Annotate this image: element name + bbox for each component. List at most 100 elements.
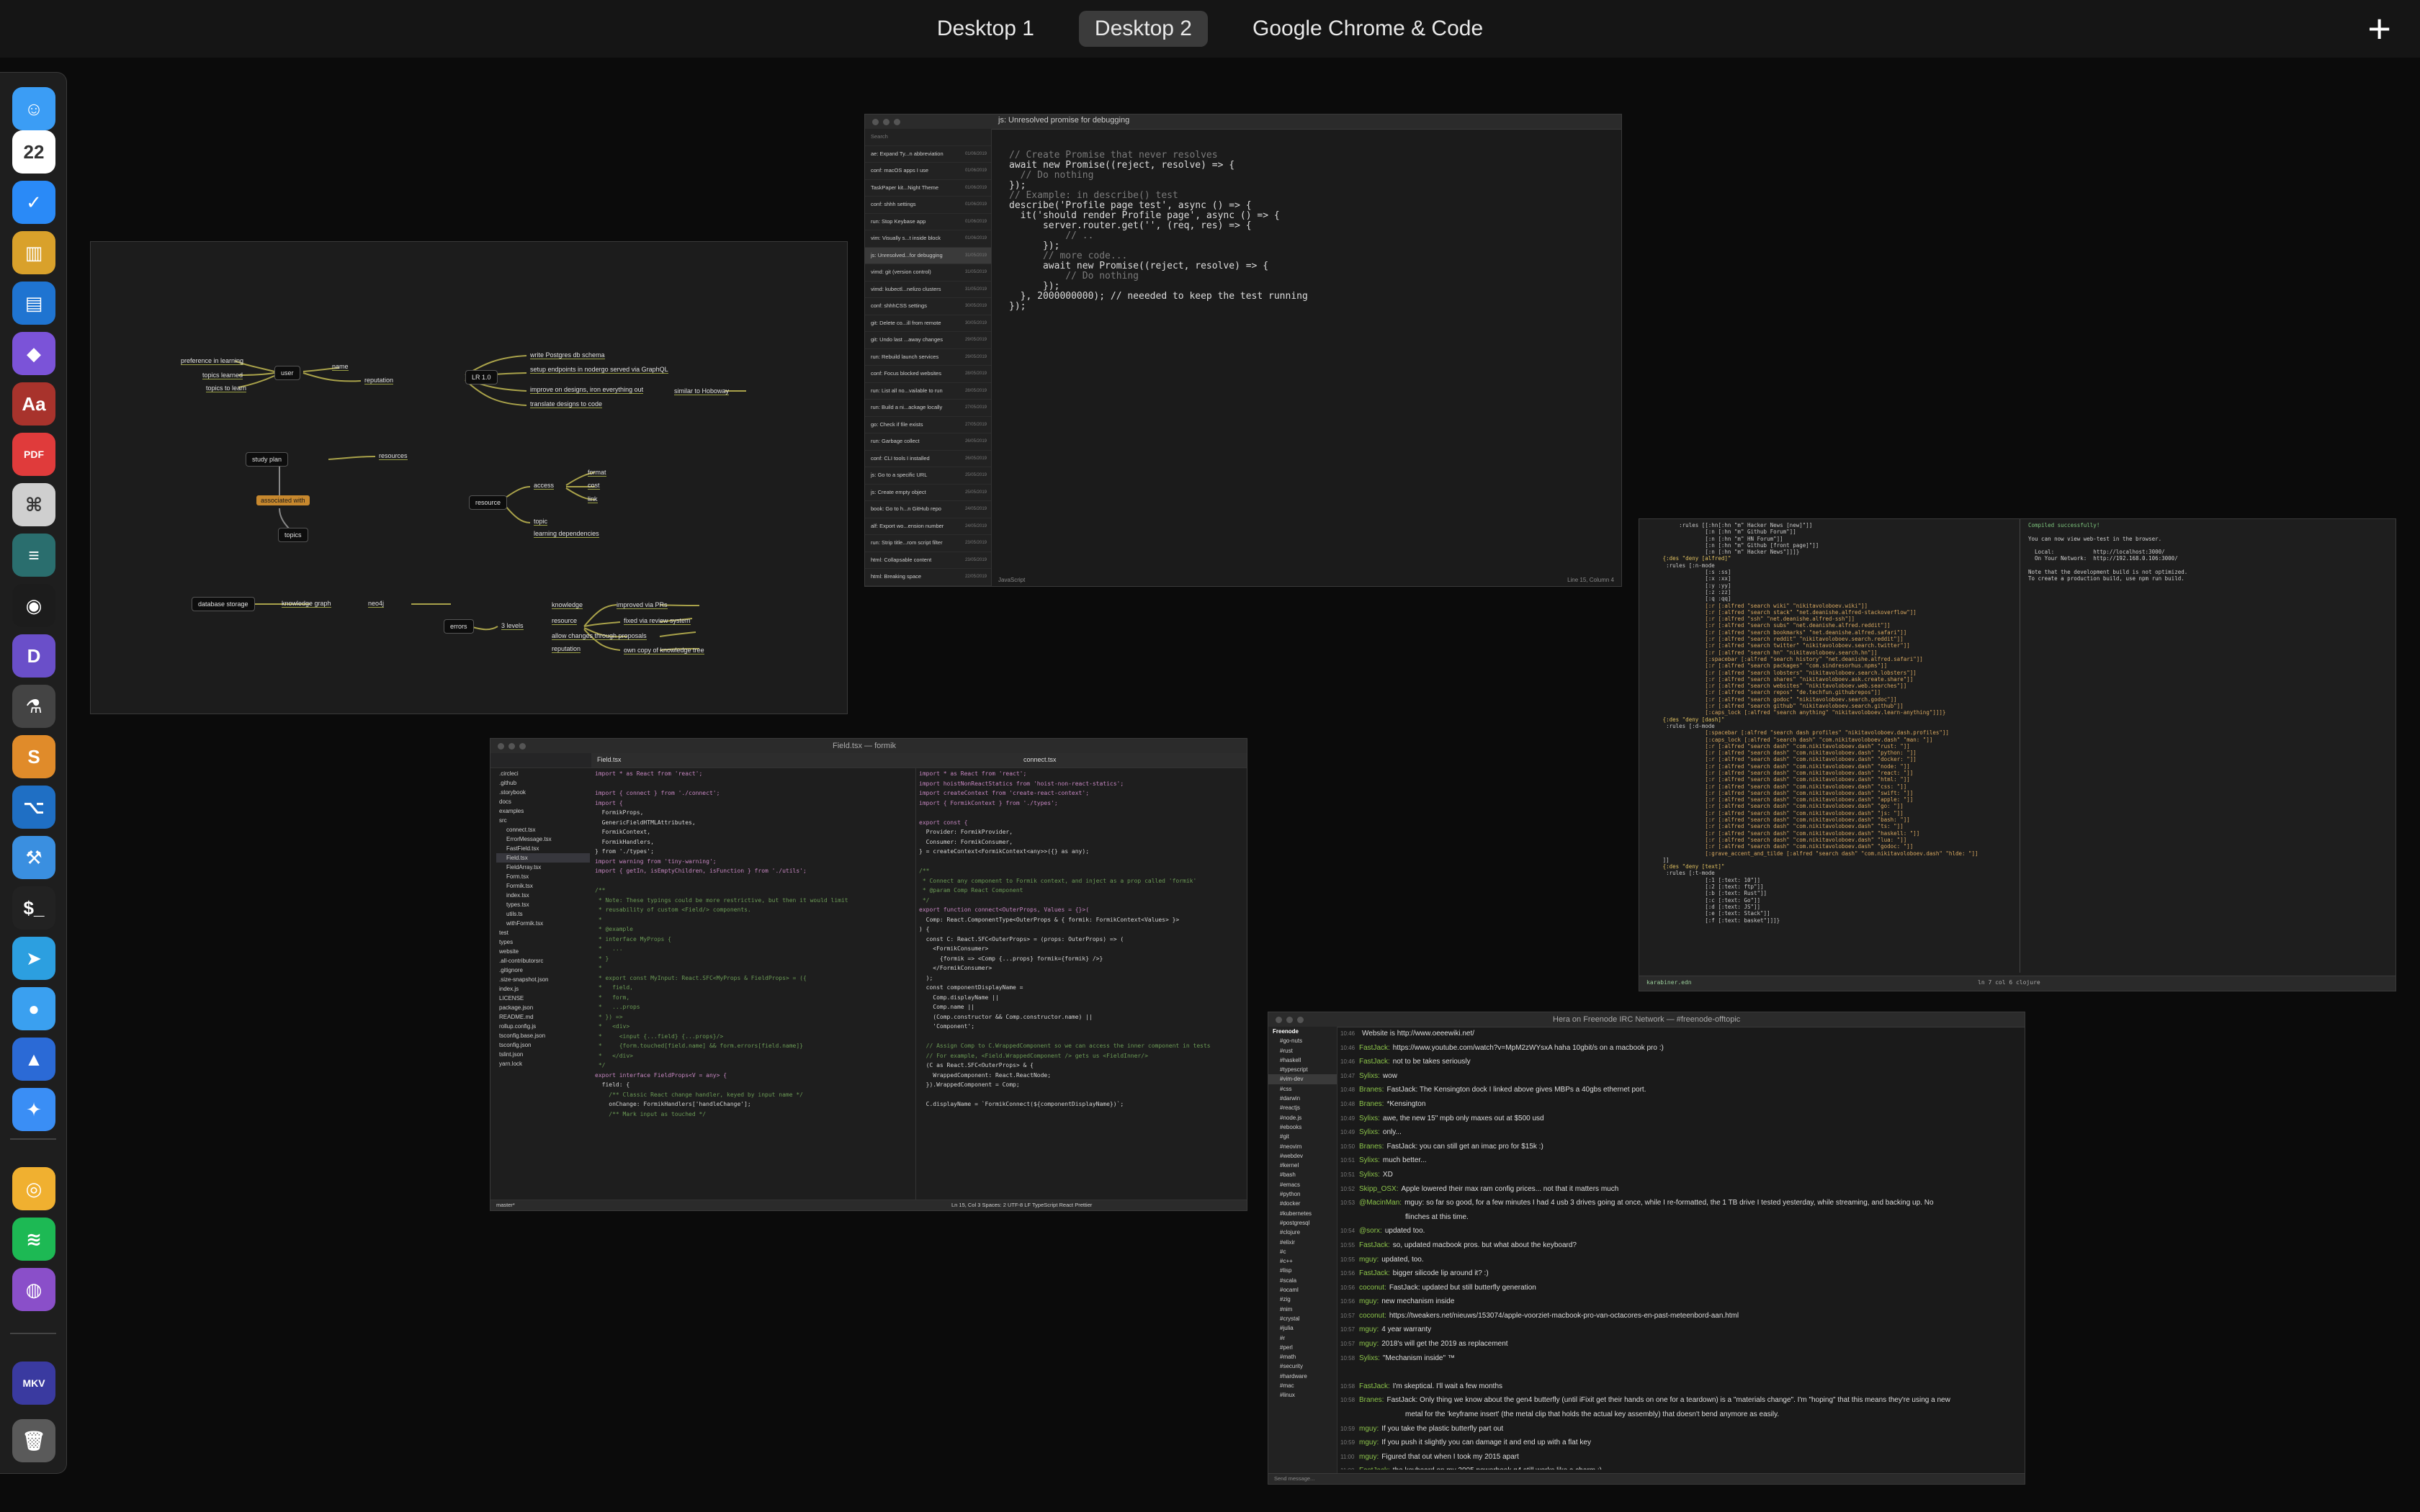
tweetbot-icon[interactable]: ● [12,987,55,1030]
message-nick[interactable]: mguy: [1359,1256,1379,1264]
mindmap-node[interactable]: setup endpoints in nodergo served via Gr… [530,366,668,374]
mindmap-node[interactable]: neo4j [368,600,385,608]
mindmap-node[interactable]: topics learned [202,372,243,379]
note-editor[interactable]: // Create Promise that never resolves awa… [1009,150,1308,312]
pdf-expert-icon[interactable]: PDF [12,433,55,476]
channel-item[interactable]: #elixir [1268,1238,1337,1247]
channel-list[interactable]: Freenode #go-nuts #rust #haskell #typescript… [1268,1027,1337,1474]
xcode-icon[interactable]: ⚒ [12,836,55,879]
editor-pane-right[interactable]: import * as React from 'react'; import ho… [919,769,1243,1194]
sublime-text-icon[interactable]: S [12,735,55,778]
channel-item[interactable]: #ocaml [1268,1285,1337,1295]
zoom-icon[interactable] [519,742,526,750]
git-branch-status[interactable]: master* [496,1202,515,1208]
file-tree-item[interactable]: docs [496,797,590,806]
file-tree-item[interactable]: ErrorMessage.tsx [496,834,590,844]
notes-search-input[interactable]: Search [865,129,991,146]
file-tree-item[interactable]: utils.ts [496,909,590,919]
dash-icon[interactable]: ◉ [12,584,55,627]
close-icon[interactable] [498,742,504,750]
file-tree-item[interactable]: index.tsx [496,891,590,900]
mindmap-node[interactable]: format [588,469,606,477]
file-tree-item[interactable]: FieldArray.tsx [496,863,590,872]
note-list-item[interactable]: git: Delete co...ill from remote 30/05/20… [865,315,991,332]
note-list-item[interactable]: conf: shhhCSS settings 30/05/2019 [865,298,991,315]
file-tree-item[interactable]: website [496,947,590,956]
mindmap-node[interactable]: translate designs to code [530,400,603,408]
message-nick[interactable]: FastJack: [1359,1044,1390,1052]
mindmap-node[interactable]: cost [588,482,600,490]
message-nick[interactable]: Skipp_OSX: [1359,1185,1398,1193]
message-nick[interactable]: coconut: [1359,1284,1386,1292]
notes-window[interactable]: js: Unresolved promise for debugging Sea… [864,114,1622,587]
note-list-item[interactable]: js: Unresolved...for debugging 31/05/2019 [865,247,991,264]
note-list-item[interactable]: conf: Focus blocked websites 28/05/2019 [865,366,991,383]
channel-item[interactable]: #darwin [1268,1094,1337,1103]
channel-item[interactable]: #docker [1268,1199,1337,1208]
mindmap-node[interactable]: knowledge graph [282,600,331,608]
note-list-item[interactable]: vimd: git (version control) 31/05/2019 [865,264,991,282]
file-tree-item[interactable]: .circleci [496,769,590,778]
file-tree-item[interactable]: index.js [496,984,590,994]
message-nick[interactable]: FastJack: [1359,1382,1390,1390]
mkv-document-icon[interactable]: MKV [12,1362,55,1405]
note-list-item[interactable]: vimd: kubectl...nelizo clusters 31/05/201… [865,282,991,298]
channel-item[interactable]: Freenode [1268,1027,1337,1036]
terminal-window[interactable]: :rules [[:hn[:hn "m" Hacker News [new]"]… [1639,518,2396,991]
file-tree-item[interactable]: .gitignore [496,966,590,975]
mindmap-node[interactable]: topics [278,528,308,542]
note-list-item[interactable]: conf: CLI tools I installed 26/05/2019 [865,451,991,467]
message-nick[interactable]: mguy: [1359,1340,1379,1348]
file-tree-item[interactable]: README.md [496,1012,590,1022]
channel-item[interactable]: #nim [1268,1305,1337,1314]
affinity-designer-icon[interactable]: ◆ [12,332,55,375]
calendar-icon[interactable]: 22 [12,130,55,174]
channel-item[interactable]: #perl [1268,1343,1337,1352]
file-explorer[interactable]: .circleci .github .storybook docs examples sr… [496,769,590,1068]
mindmap-node[interactable]: reputation [552,645,581,653]
channel-item[interactable]: #python [1268,1189,1337,1199]
mindmap-node[interactable]: errors [444,619,474,634]
file-tree-item[interactable]: LICENSE [496,994,590,1003]
note-list-item[interactable]: run: Build a ni...ackage locally 27/05/20… [865,400,991,417]
editor-pane-left[interactable]: import * as React from 'react'; import { … [595,769,912,1194]
mindmap-node[interactable]: resources [379,452,408,460]
things-icon[interactable]: ✓ [12,181,55,224]
file-tree-item[interactable]: tsconfig.json [496,1040,590,1050]
channel-item[interactable]: #git [1268,1132,1337,1141]
channel-item[interactable]: #kubernetes [1268,1209,1337,1218]
note-list-item[interactable]: git: Undo last ...away changes 29/05/2019 [865,332,991,349]
channel-item[interactable]: #scala [1268,1276,1337,1285]
message-nick[interactable]: mguy: [1359,1425,1379,1433]
message-nick[interactable]: Sylixs: [1359,1072,1380,1080]
channel-item[interactable]: #r [1268,1333,1337,1343]
note-list-item[interactable]: vim: Visually s...t inside block 01/06/20… [865,230,991,248]
note-list-item[interactable]: ae: Expand Ty...n abbreviation 01/06/2019 [865,146,991,163]
message-nick[interactable]: FastJack: [1359,1269,1390,1277]
spotify-icon[interactable]: ≋ [12,1218,55,1261]
message-nick[interactable]: Sylixs: [1359,1354,1380,1362]
channel-item[interactable]: #webdev [1268,1151,1337,1161]
message-nick[interactable]: FastJack: [1359,1058,1390,1066]
file-tree-item[interactable]: .size-snapshot.json [496,975,590,984]
add-space-button[interactable]: + [2367,7,2391,50]
note-list-item[interactable]: html: Collapsable content 23/05/2019 [865,552,991,569]
mindmap-node[interactable]: allow changes through proposals [552,632,647,640]
file-tree-item[interactable]: examples [496,806,590,816]
mindmap-node[interactable]: write Postgres db schema [530,351,605,359]
mindmap-node[interactable]: resource [469,495,508,510]
mindmap-node[interactable]: similar to Hoboway [674,387,730,395]
note-list-item[interactable]: conf: shhh settings 01/06/2019 [865,197,991,214]
file-tree-item[interactable]: rollup.config.js [496,1022,590,1031]
mindmap-node[interactable]: reputation [364,377,394,384]
note-list-item[interactable]: run: Stop Keybase app 01/06/2019 [865,214,991,230]
mindmap-node[interactable]: preference in learning [181,357,244,365]
file-tree-item[interactable]: .storybook [496,788,590,797]
message-nick[interactable]: FastJack: [1359,1241,1390,1249]
channel-item[interactable]: #reactjs [1268,1103,1337,1112]
mindmap-node[interactable]: name [332,363,349,371]
channel-item[interactable]: #emacs [1268,1180,1337,1189]
channel-item[interactable]: #rust [1268,1046,1337,1056]
message-nick[interactable]: mguy: [1359,1453,1379,1461]
channel-item[interactable]: #mac [1268,1381,1337,1390]
